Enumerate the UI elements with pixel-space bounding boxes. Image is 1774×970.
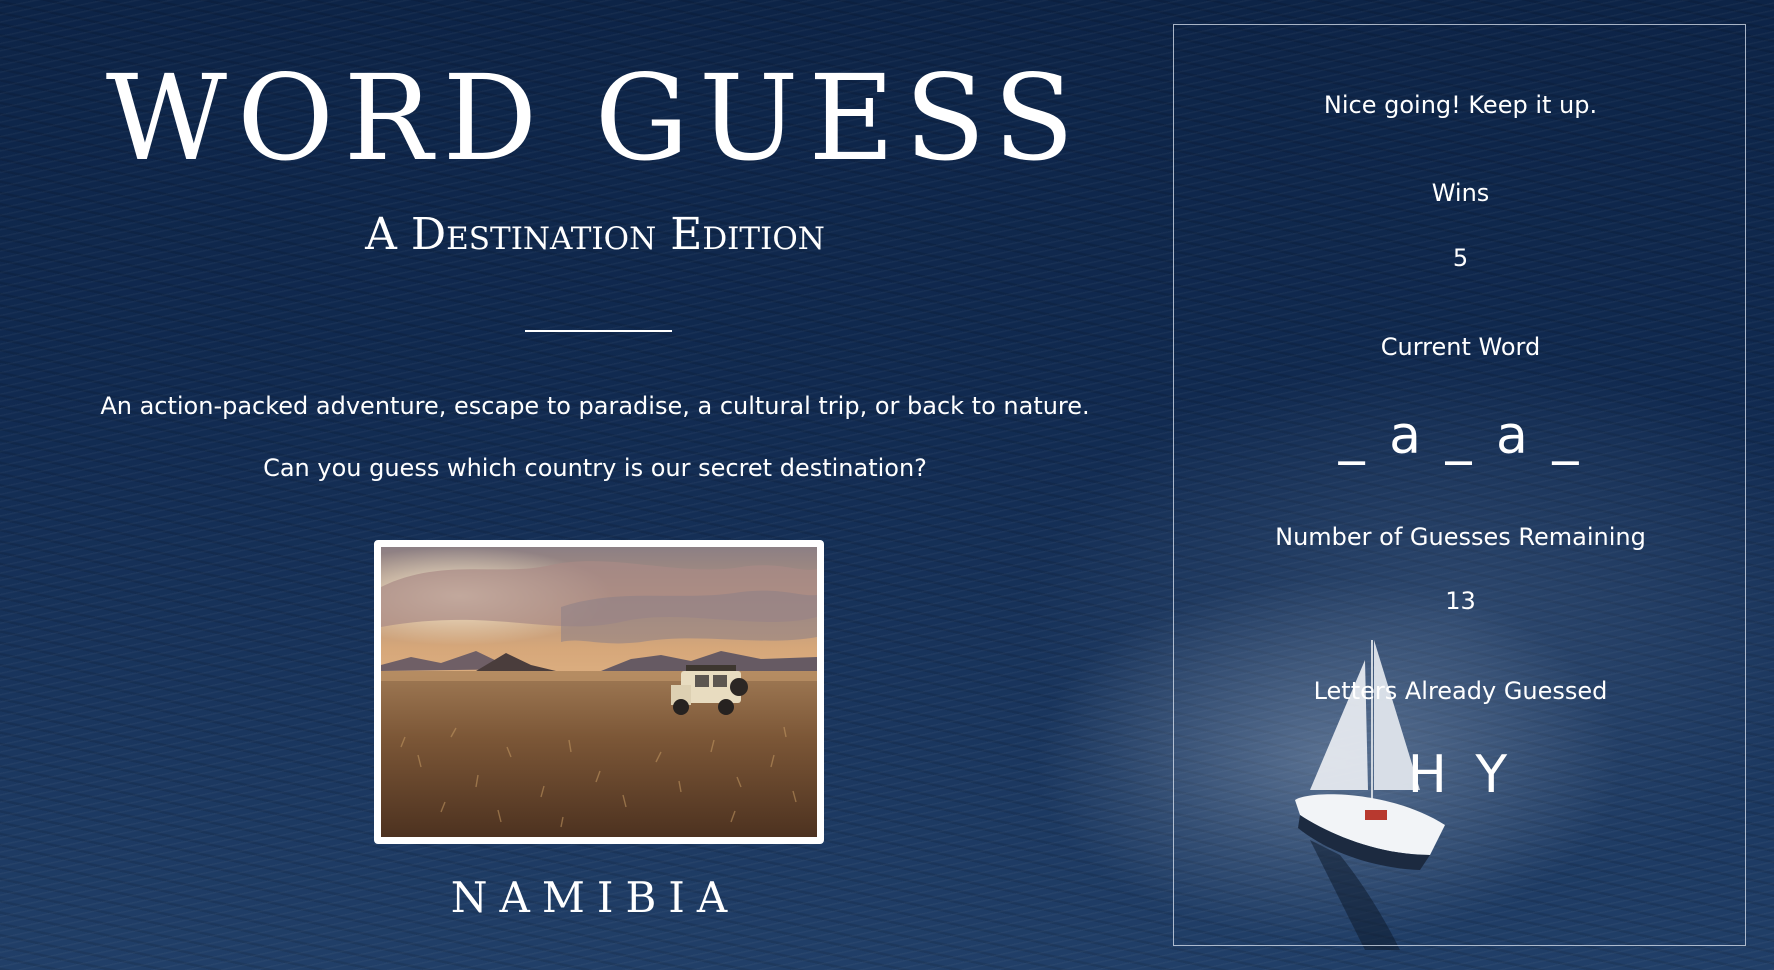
question-text: Can you guess which country is our secre… <box>263 454 927 482</box>
scoreboard-panel: Nice going! Keep it up. Wins 5 Current W… <box>1173 24 1746 946</box>
desert-landscape-photo <box>381 547 817 837</box>
current-word-display: _ a _ a _ <box>1338 406 1583 466</box>
letters-guessed-label: Letters Already Guessed <box>1313 677 1608 705</box>
intro-text: An action-packed adventure, escape to pa… <box>100 392 1090 420</box>
current-word-label: Current Word <box>1380 333 1541 361</box>
divider-rule <box>525 330 672 332</box>
game-title: WORD GUESS <box>105 49 1085 187</box>
guesses-remaining-label: Number of Guesses Remaining <box>1275 523 1646 551</box>
game-intro-column: WORD GUESS A Destination Edition An acti… <box>0 0 1190 970</box>
guesses-remaining-count: 13 <box>1445 587 1476 615</box>
destination-country-name: NAMIBIA <box>450 873 740 922</box>
wins-count: 5 <box>1452 244 1469 272</box>
game-subtitle: A Destination Edition <box>365 209 825 260</box>
letters-guessed-display: H Y <box>1407 745 1514 805</box>
destination-photo <box>374 540 824 844</box>
wins-label: Wins <box>1431 179 1490 207</box>
status-message: Nice going! Keep it up. <box>1323 91 1598 119</box>
